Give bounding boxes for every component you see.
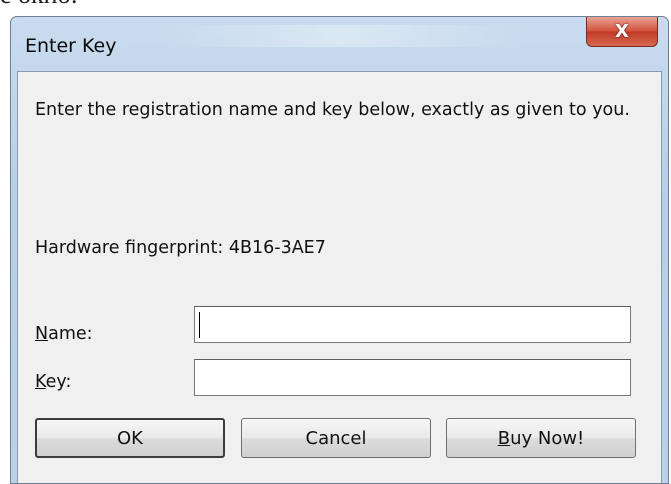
buy-now-accelerator: B: [497, 427, 511, 449]
key-label-text: ey:: [45, 372, 72, 392]
name-label-text: ame:: [48, 324, 93, 344]
name-input[interactable]: [194, 306, 631, 343]
key-input[interactable]: [194, 359, 631, 396]
window-title: Enter Key: [25, 35, 117, 57]
close-button[interactable]: X: [586, 17, 658, 47]
ok-button[interactable]: OK: [35, 418, 225, 458]
buy-now-button[interactable]: Buy Now!: [446, 418, 636, 458]
key-label: Key:: [35, 372, 71, 392]
dialog-client-area: Enter the registration name and key belo…: [17, 71, 662, 483]
titlebar-background-blur: [161, 25, 521, 47]
close-icon: X: [615, 21, 629, 42]
key-label-accelerator: K: [35, 372, 46, 392]
title-bar[interactable]: Enter Key X: [11, 17, 668, 71]
name-label: Name:: [35, 324, 93, 344]
text-caret: [199, 312, 200, 338]
hardware-fingerprint: Hardware fingerprint: 4B16-3AE7: [35, 238, 326, 258]
cancel-button[interactable]: Cancel: [241, 418, 431, 458]
enter-key-dialog: Enter Key X Enter the registration name …: [10, 16, 669, 484]
instructions-text: Enter the registration name and key belo…: [35, 100, 630, 120]
buy-now-label: uy Now!: [510, 427, 585, 449]
background-text-fragment: е окно:: [0, 0, 78, 16]
name-label-accelerator: N: [35, 324, 49, 344]
fingerprint-value: 4B16-3AE7: [228, 238, 326, 258]
fingerprint-label: Hardware fingerprint:: [35, 238, 224, 258]
